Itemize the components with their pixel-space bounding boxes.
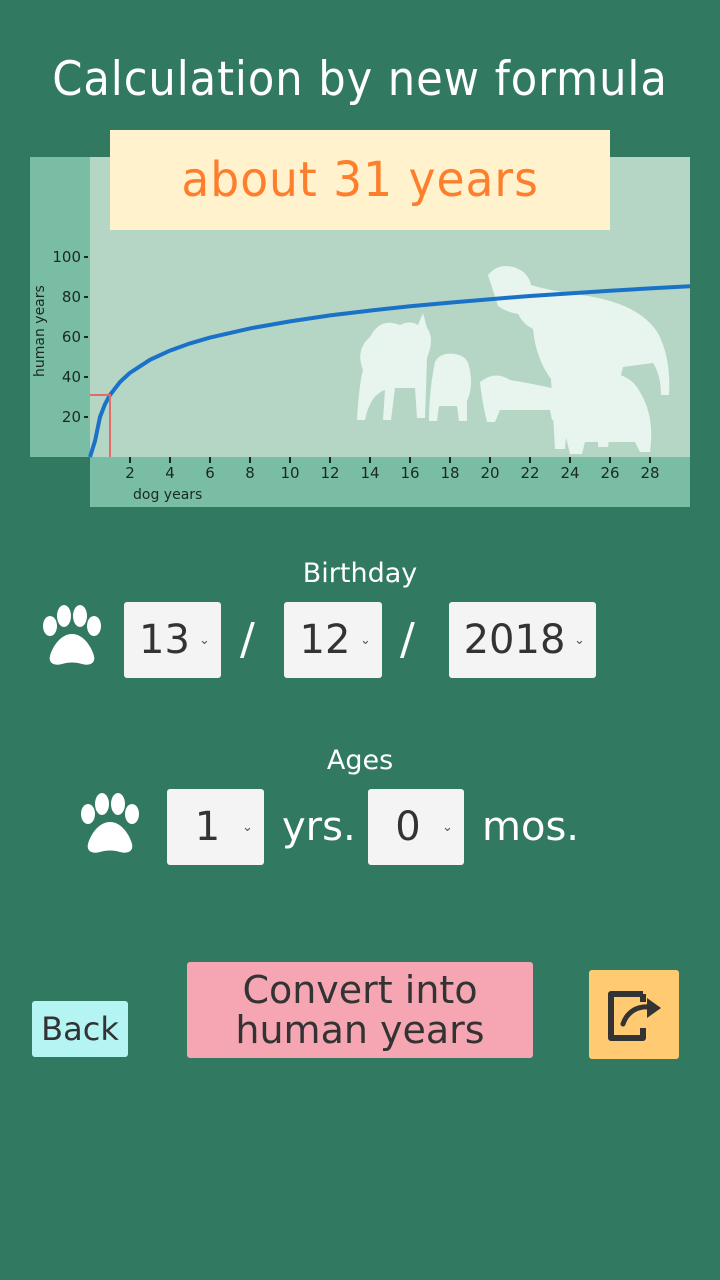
chevron-down-icon: ⌄ <box>242 819 253 835</box>
paw-icon <box>43 605 101 665</box>
y-tick-label: 40 <box>62 368 81 386</box>
age-years-value: 1 <box>194 804 221 850</box>
birthday-label: Birthday <box>302 558 418 589</box>
chevron-down-icon: ⌄ <box>360 632 371 648</box>
x-tick-label: 18 <box>440 464 459 482</box>
age-years-select[interactable]: 1 ⌄ <box>167 789 264 865</box>
x-tick-label: 22 <box>520 464 539 482</box>
chevron-down-icon: ⌄ <box>199 632 210 648</box>
x-tick-label: 24 <box>560 464 579 482</box>
x-tick-label: 26 <box>600 464 619 482</box>
date-separator: / <box>240 614 255 665</box>
birthday-month-select[interactable]: 12 ⌄ <box>284 602 382 678</box>
convert-button-line2: human years <box>235 1008 485 1052</box>
age-months-select[interactable]: 0 ⌄ <box>368 789 464 865</box>
x-tick-label: 10 <box>280 464 299 482</box>
birthday-year-value: 2018 <box>463 617 566 663</box>
birthday-day-select[interactable]: 13 ⌄ <box>124 602 221 678</box>
page-title: Calculation by new formula <box>52 52 668 107</box>
months-unit-label: mos. <box>482 804 579 850</box>
convert-button-line1: Convert into <box>242 968 478 1012</box>
share-button[interactable] <box>589 970 679 1059</box>
birthday-day-value: 13 <box>139 617 190 663</box>
x-tick-label: 14 <box>360 464 379 482</box>
y-tick-label: 20 <box>62 408 81 426</box>
share-icon <box>608 990 661 1041</box>
date-separator: / <box>400 614 415 665</box>
result-text: about 31 years <box>181 152 539 208</box>
y-tick-label: 80 <box>62 288 81 306</box>
back-button[interactable]: Back <box>32 1001 128 1057</box>
x-tick-label: 8 <box>245 464 255 482</box>
x-tick-label: 28 <box>640 464 659 482</box>
x-axis-label: dog years <box>133 487 202 503</box>
years-unit-label: yrs. <box>282 804 356 850</box>
y-tick-label: 100 <box>52 248 81 266</box>
y-tick-label: 60 <box>62 328 81 346</box>
age-months-value: 0 <box>395 804 421 850</box>
x-tick-label: 2 <box>125 464 135 482</box>
x-tick-label: 4 <box>165 464 175 482</box>
birthday-month-value: 12 <box>299 617 351 663</box>
paw-icon <box>81 793 139 853</box>
result-banner: about 31 years <box>110 130 610 230</box>
y-axis-label: human years <box>32 285 48 377</box>
x-tick-label: 20 <box>480 464 499 482</box>
convert-button[interactable]: Convert into human years <box>187 962 533 1058</box>
ages-label: Ages <box>326 745 394 776</box>
x-tick-label: 6 <box>205 464 215 482</box>
birthday-year-select[interactable]: 2018 ⌄ <box>449 602 596 678</box>
chevron-down-icon: ⌄ <box>442 819 453 835</box>
x-tick-label: 12 <box>320 464 339 482</box>
x-tick-label: 16 <box>400 464 419 482</box>
chevron-down-icon: ⌄ <box>574 632 585 648</box>
